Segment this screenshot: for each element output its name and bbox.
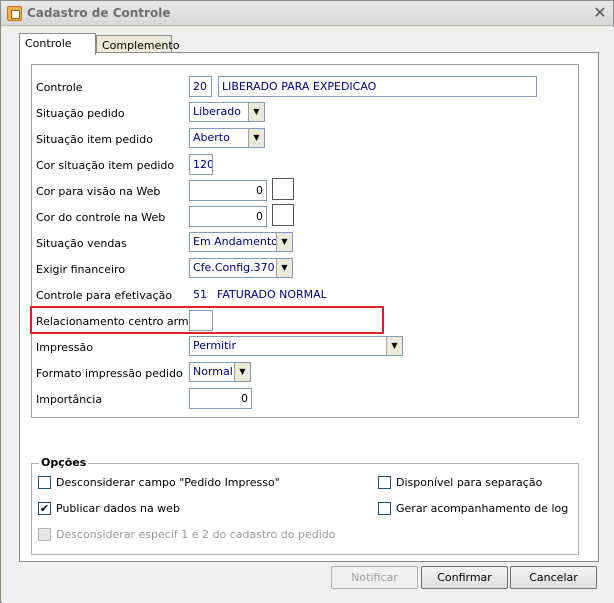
cor-controle-web-swatch[interactable] [272, 204, 294, 226]
tab-controle[interactable]: Controle [19, 33, 96, 55]
title-bar: Cadastro de Controle ✕ [1, 1, 613, 26]
gerar-acompanhamento-log-label: Gerar acompanhamento de log [396, 502, 569, 515]
situacao-pedido-value: Liberado [193, 105, 241, 118]
controle-description-input[interactable]: LIBERADO PARA EXPEDICAO [218, 76, 537, 97]
chevron-down-icon[interactable]: ▼ [386, 337, 402, 355]
tab-panel-controle: Controle 20 LIBERADO PARA EXPEDICAO Situ… [19, 52, 599, 562]
opcoes-title: Opções [39, 456, 89, 469]
exigir-financeiro-select[interactable]: Cfe.Config.370 ▼ [189, 258, 293, 278]
desconsiderar-pedido-impresso-label: Desconsiderar campo "Pedido Impresso" [56, 476, 280, 489]
publicar-dados-web-label: Publicar dados na web [56, 502, 180, 515]
notificar-button: Notificar [331, 566, 418, 589]
situacao-vendas-value: Em Andamento [193, 235, 278, 248]
controle-label: Controle [36, 81, 83, 94]
desconsiderar-pedido-impresso-checkbox[interactable] [38, 476, 51, 489]
formato-impressao-value: Normal [193, 365, 233, 378]
window-title: Cadastro de Controle [27, 6, 171, 20]
situacao-item-pedido-label: Situação item pedido [36, 133, 153, 146]
situacao-vendas-select[interactable]: Em Andamento ▼ [189, 232, 293, 252]
controle-fields-panel: Controle 20 LIBERADO PARA EXPEDICAO Situ… [31, 64, 579, 418]
controle-efetivacao-label: Controle para efetivação [36, 289, 173, 302]
cor-controle-web-input[interactable]: 0 [189, 206, 267, 227]
check-mark-icon: ✔ [39, 502, 50, 515]
controle-code-input[interactable]: 20 [189, 76, 212, 97]
chevron-down-icon[interactable]: ▼ [276, 233, 292, 251]
impressao-value: Permitir [193, 339, 237, 352]
controle-efetivacao-highlight [30, 306, 384, 334]
cor-controle-web-label: Cor do controle na Web [36, 211, 166, 224]
exigir-financeiro-label: Exigir financeiro [36, 263, 126, 276]
close-icon[interactable]: ✕ [591, 4, 609, 22]
opcoes-group: Opções Desconsiderar campo "Pedido Impre… [31, 456, 579, 555]
cor-visao-web-input[interactable]: 0 [189, 180, 267, 201]
cor-situacao-item-pedido-input[interactable]: 120 [189, 154, 213, 175]
cadastro-controle-window: Cadastro de Controle ✕ Controle Compleme… [0, 0, 614, 603]
situacao-item-pedido-value: Aberto [193, 131, 230, 144]
confirmar-button[interactable]: Confirmar [421, 566, 508, 589]
tab-controle-label: Controle [25, 37, 72, 50]
cancelar-button[interactable]: Cancelar [510, 566, 597, 589]
cor-visao-web-label: Cor para visão na Web [36, 185, 161, 198]
controle-efetivacao-description[interactable]: FATURADO NORMAL [213, 284, 373, 305]
cor-situacao-item-pedido-label: Cor situação item pedido [36, 159, 175, 172]
chevron-down-icon[interactable]: ▼ [234, 363, 250, 381]
formato-impressao-label: Formato impressão pedido [36, 367, 183, 380]
exigir-financeiro-value: Cfe.Config.370 [193, 261, 275, 274]
chevron-down-icon[interactable]: ▼ [248, 103, 264, 121]
situacao-vendas-label: Situação vendas [36, 237, 127, 250]
controle-efetivacao-code-input[interactable]: 51 [189, 284, 212, 305]
disponivel-separacao-label: Disponível para separação [396, 476, 543, 489]
chevron-down-icon[interactable]: ▼ [276, 259, 292, 277]
cor-visao-web-swatch[interactable] [272, 178, 294, 200]
importancia-label: Importância [36, 393, 103, 406]
impressao-label: Impressão [36, 341, 93, 354]
situacao-pedido-select[interactable]: Liberado ▼ [189, 102, 265, 122]
impressao-select[interactable]: Permitir ▼ [189, 336, 403, 356]
disponivel-separacao-checkbox[interactable] [378, 476, 391, 489]
desconsiderar-especif-checkbox [38, 528, 51, 541]
importancia-input[interactable]: 0 [189, 388, 252, 409]
chevron-down-icon[interactable]: ▼ [248, 129, 264, 147]
situacao-pedido-label: Situação pedido [36, 107, 125, 120]
formato-impressao-select[interactable]: Normal ▼ [189, 362, 251, 382]
gerar-acompanhamento-log-checkbox[interactable] [378, 502, 391, 515]
app-icon [7, 6, 22, 21]
situacao-item-pedido-select[interactable]: Aberto ▼ [189, 128, 265, 148]
dialog-body: Controle Complemento Controle 20 LIBERAD… [2, 27, 614, 603]
tab-complemento-label: Complemento [102, 39, 180, 52]
publicar-dados-web-checkbox[interactable]: ✔ [38, 502, 51, 515]
desconsiderar-especif-label: Desconsiderar especif 1 e 2 do cadastro … [56, 528, 336, 541]
